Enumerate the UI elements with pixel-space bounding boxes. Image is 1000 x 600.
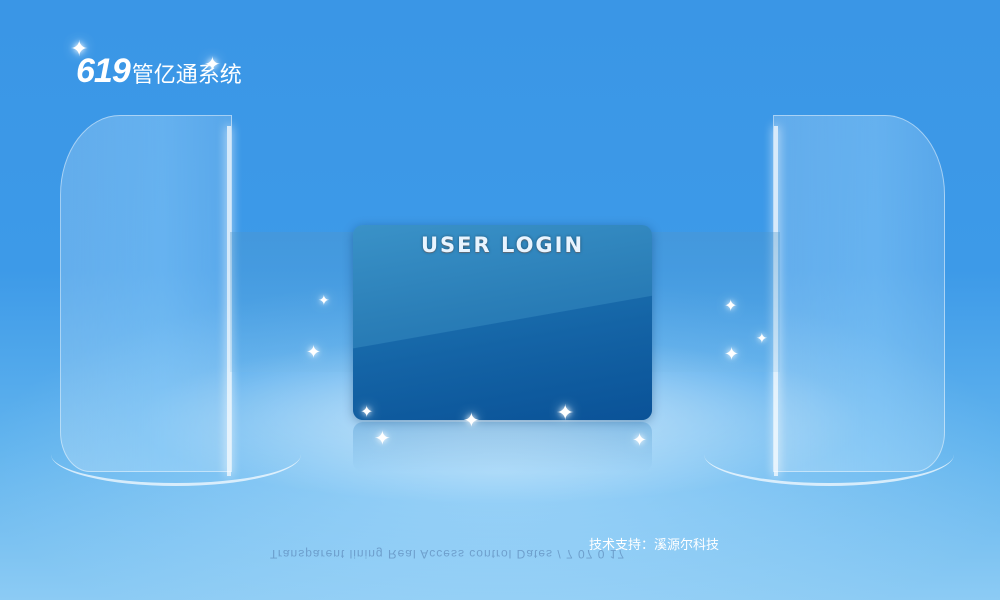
- sparkle-icon: ✦: [556, 400, 575, 425]
- login-page: 619管亿通系统 ✦ ✦ USER LOGIN ✦ ✦ ✦ ✦ ✦ ✦ ✦ ✦ …: [0, 0, 1000, 600]
- sparkle-icon: ✦: [756, 330, 768, 346]
- panel-arc: [51, 423, 301, 486]
- sparkle-icon: ✦: [724, 344, 740, 364]
- sparkle-icon: ✦: [374, 428, 391, 450]
- left-glass-panel: [51, 115, 301, 486]
- login-card[interactable]: USER LOGIN: [353, 225, 652, 420]
- panel-arc: [704, 423, 954, 486]
- sparkle-icon: ✦: [724, 298, 738, 315]
- sparkle-icon: ✦: [463, 410, 480, 432]
- sparkle-icon: ✦: [306, 342, 322, 362]
- login-card-reflection: [353, 422, 652, 472]
- sparkle-icon: ✦: [360, 404, 374, 421]
- sparkle-icon: ✦: [70, 36, 89, 61]
- mirrored-caption: Transparent lining Real Access control D…: [270, 547, 626, 561]
- sparkle-icon: ✦: [632, 430, 648, 450]
- login-title: USER LOGIN: [420, 233, 585, 257]
- sparkle-icon: ✦: [318, 292, 330, 308]
- right-glass-panel: [704, 115, 954, 486]
- sparkle-icon: ✦: [204, 54, 221, 76]
- logo-name: 管亿通系统: [131, 63, 242, 88]
